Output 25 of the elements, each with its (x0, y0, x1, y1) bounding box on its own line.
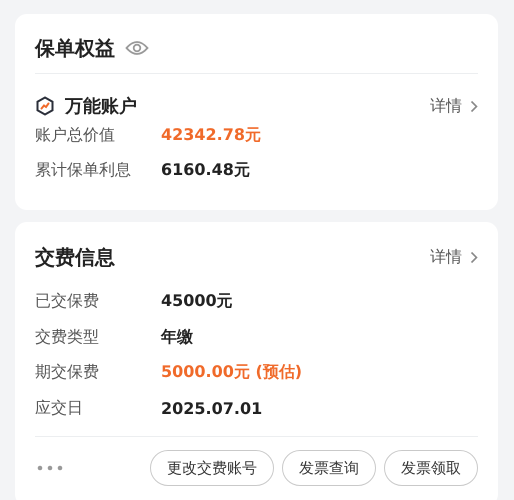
field-label: 应交日 (35, 398, 84, 419)
account-icon (35, 96, 55, 116)
chevron-right-icon (470, 250, 478, 264)
field-value: 45000元 (161, 291, 233, 312)
details-link[interactable]: 详情 (430, 246, 478, 268)
section-title: 交费信息 (35, 244, 115, 270)
action-button[interactable]: 更改交费账号 (150, 450, 274, 486)
section-title: 保单权益 (35, 34, 115, 62)
field-value: 5000.00元 (预估) (161, 362, 302, 384)
more-icon[interactable] (37, 465, 63, 471)
field-label: 期交保费 (35, 362, 100, 384)
field-label: 交费类型 (35, 326, 100, 348)
action-button[interactable]: 发票领取 (384, 450, 478, 486)
chevron-right-icon (470, 100, 478, 112)
details-link[interactable]: 详情 (430, 96, 478, 116)
field-value: 42342.78元 (161, 125, 262, 146)
account-name: 万能账户 (65, 95, 137, 118)
field-label: 累计保单利息 (35, 160, 132, 181)
field-label: 账户总价值 (35, 125, 116, 146)
eye-icon[interactable] (125, 40, 149, 56)
field-label: 已交保费 (35, 291, 100, 312)
field-value: 年缴 (161, 326, 193, 348)
action-button[interactable]: 发票查询 (282, 450, 376, 486)
field-value: 6160.48元 (161, 160, 250, 181)
field-value: 2025.07.01 (161, 398, 262, 418)
